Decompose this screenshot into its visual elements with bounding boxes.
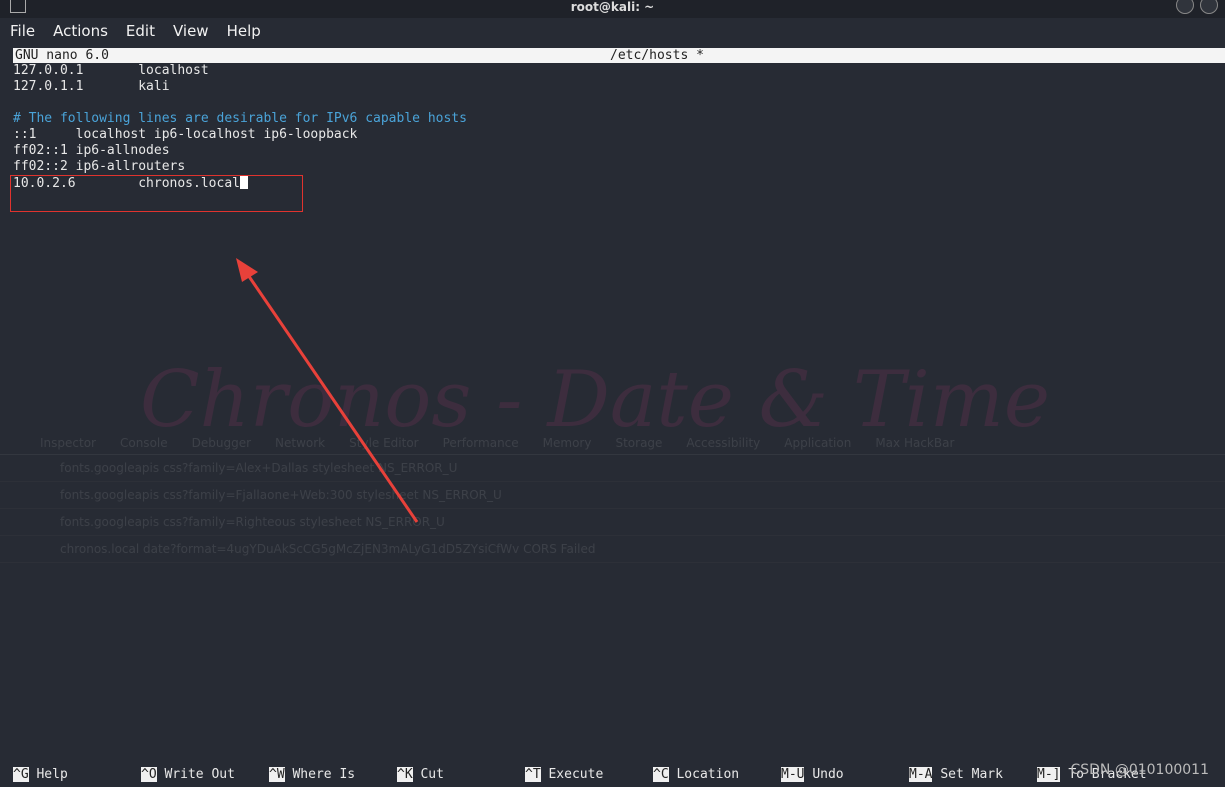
shortcut-label: Undo [812,767,844,782]
shortcut-key: ^G [13,767,29,782]
shortcut-label: Write Out [164,767,235,782]
shortcut-key: ^K [397,767,413,782]
shortcut-key: M-U [781,767,805,782]
shortcut-label: Cut [420,767,444,782]
shortcut-help: ^G Help [13,767,68,783]
shortcut-where-is: ^W Where Is [269,767,355,783]
csdn-watermark: CSDN @010100011 [1070,762,1209,778]
annotation-arrow [236,258,419,523]
shortcut-undo: M-U Undo [781,767,844,783]
shortcut-key: ^T [525,767,541,782]
shortcut-label: Where Is [292,767,356,782]
shortcut-location: ^C Location [653,767,739,783]
shortcut-key: ^C [653,767,669,782]
shortcut-key: M-A [909,767,933,782]
shortcut-write-out: ^O Write Out [141,767,235,783]
shortcut-key: M-] [1037,767,1061,782]
shortcut-set-mark: M-A Set Mark [909,767,1003,783]
shortcut-execute: ^T Execute [525,767,603,783]
shortcut-key: ^O [141,767,157,782]
shortcut-cut: ^K Cut [397,767,444,783]
shortcut-label: Help [36,767,68,782]
shortcut-label: Location [676,767,740,782]
shortcut-label: Set Mark [940,767,1003,782]
shortcut-key: ^W [269,767,285,782]
shortcut-label: Execute [548,767,604,782]
